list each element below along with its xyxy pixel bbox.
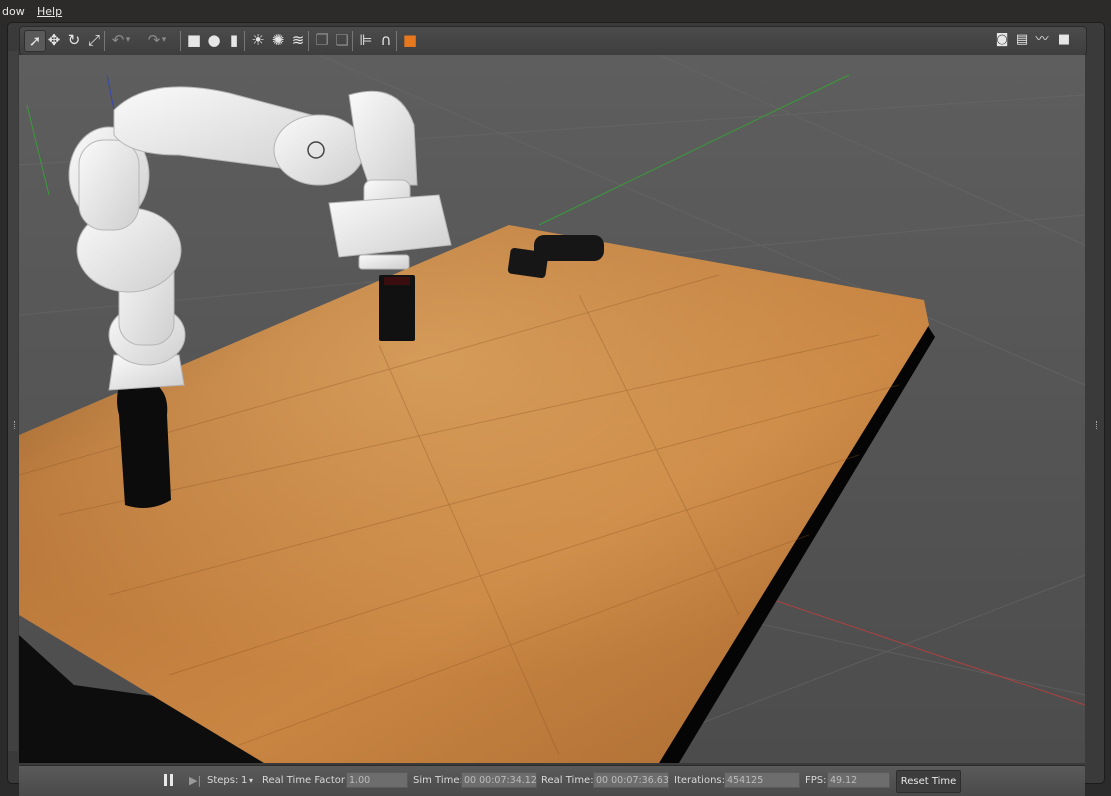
real-time-label: Real Time: (541, 775, 594, 786)
gazebo-window: ➚ ✥ ↻ ⤢ ↶ ▾ ↷ ▾ ■ ● ▮ ☀ ✺ ≋ ❐ ❏ ⊫ ∩ ■ ◙ ▤ 〰 ■ (7, 22, 1105, 796)
reset-time-button[interactable]: Reset Time (896, 770, 961, 793)
toolbar: ➚ ✥ ↻ ⤢ ↶ ▾ ↷ ▾ ■ ● ▮ ☀ ✺ ≋ ❐ ❏ ⊫ ∩ ■ ◙ ▤ 〰 ■ (19, 26, 1087, 56)
paste-icon[interactable]: ❏ (332, 30, 352, 50)
redo-dropdown-icon[interactable]: ▾ (160, 30, 168, 50)
cylinder-shape-icon[interactable]: ▮ (224, 30, 244, 50)
real-time-field[interactable]: 00 00:07:36.638 (593, 772, 669, 788)
sim-time-field[interactable]: 00 00:07:34.125 (461, 772, 537, 788)
video-record-icon[interactable]: ■ (1054, 30, 1074, 50)
undo-dropdown-icon[interactable]: ▾ (124, 30, 132, 50)
toolbar-separator (180, 31, 181, 51)
toolbar-separator (352, 31, 353, 51)
rotate-mode-icon[interactable]: ↻ (64, 30, 84, 50)
steps-label: Steps: (207, 775, 239, 786)
iterations-label: Iterations: (674, 775, 725, 786)
align-icon[interactable]: ⊫ (356, 30, 376, 50)
toolbar-separator (104, 31, 105, 51)
scene-render[interactable] (19, 55, 1085, 763)
bottom-bar: ▶| Steps: 1 ▾ Real Time Factor: 1.00 Sim… (19, 765, 1085, 796)
fps-label: FPS: (805, 775, 827, 786)
snap-icon[interactable]: ∩ (376, 30, 396, 50)
menu-help[interactable]: Help (37, 5, 62, 18)
steps-value[interactable]: 1 (241, 775, 247, 786)
pause-button[interactable] (164, 774, 176, 788)
sphere-shape-icon[interactable]: ● (204, 30, 224, 50)
spot-light-icon[interactable]: ✺ (268, 30, 288, 50)
directional-light-icon[interactable]: ≋ (288, 30, 308, 50)
step-icon[interactable]: ▶| (189, 774, 201, 788)
menu-window[interactable]: dow (2, 5, 25, 18)
copy-icon[interactable]: ❐ (312, 30, 332, 50)
rtf-label: Real Time Factor: (262, 775, 349, 786)
translate-mode-icon[interactable]: ✥ (44, 30, 64, 50)
log-icon[interactable]: ▤ (1012, 30, 1032, 50)
right-panel-handle[interactable] (1090, 51, 1104, 751)
left-panel-handle[interactable] (8, 51, 18, 751)
fps-field[interactable]: 49.12 (827, 772, 890, 788)
box-shape-icon[interactable]: ■ (184, 30, 204, 50)
menu-bar: dow Help (0, 0, 1111, 22)
3d-viewport[interactable] (19, 55, 1085, 763)
toolbar-separator (396, 31, 397, 51)
point-light-icon[interactable]: ☀ (248, 30, 268, 50)
screenshot-icon[interactable]: ◙ (992, 30, 1012, 50)
rtf-field[interactable]: 1.00 (346, 772, 408, 788)
sim-time-label: Sim Time: (413, 775, 463, 786)
plot-icon[interactable]: 〰 (1032, 30, 1052, 50)
select-mode-icon[interactable]: ➚ (24, 30, 46, 52)
iterations-field[interactable]: 454125 (724, 772, 800, 788)
scale-mode-icon[interactable]: ⤢ (84, 30, 104, 50)
orange-view-icon[interactable]: ■ (400, 30, 420, 50)
toolbar-separator (244, 31, 245, 51)
steps-dropdown-icon[interactable]: ▾ (249, 776, 253, 785)
toolbar-separator (308, 31, 309, 51)
